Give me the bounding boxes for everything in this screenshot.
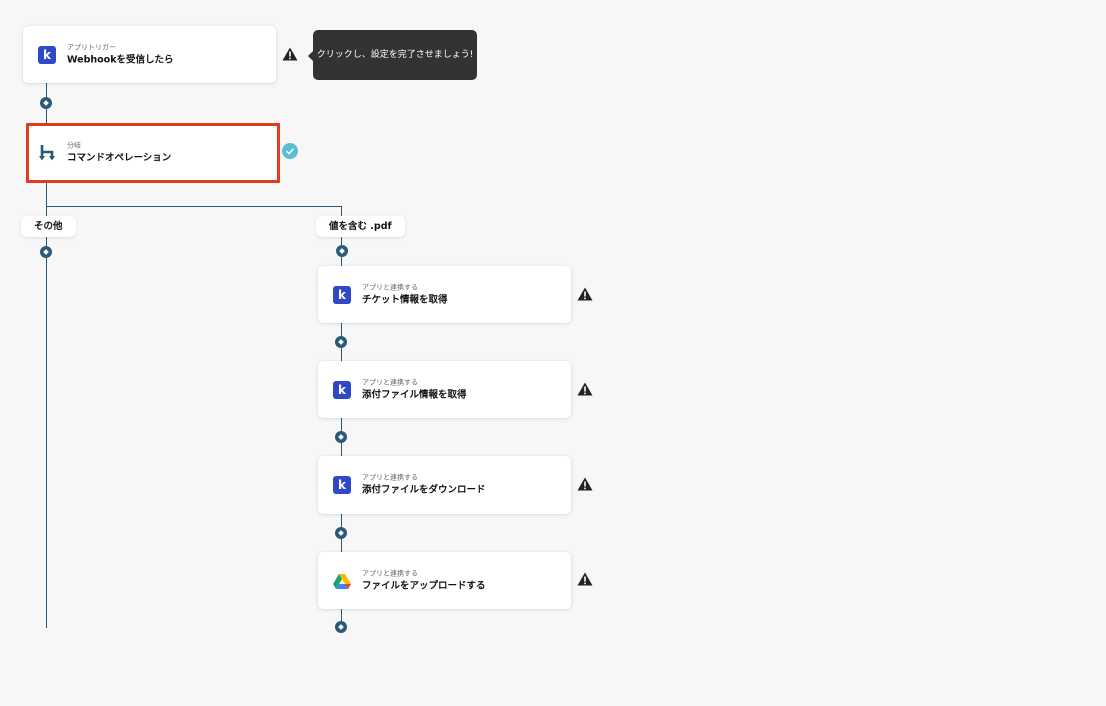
warning-icon[interactable]: [577, 287, 593, 301]
step-title: 添付ファイルをダウンロード: [362, 484, 486, 496]
branch-icon: [39, 145, 55, 161]
connector-branch-down: [46, 183, 47, 207]
tooltip-text: クリックし、設定を完了させましょう!: [316, 50, 474, 60]
trigger-category: アプリトリガー: [67, 43, 116, 51]
add-step-node[interactable]: [335, 527, 347, 539]
add-step-node[interactable]: [335, 336, 347, 348]
setup-tooltip: クリックし、設定を完了させましょう!: [308, 30, 477, 80]
add-step-node[interactable]: [40, 246, 52, 258]
branch-category: 分岐: [67, 141, 81, 150]
kintone-k-icon: k: [38, 45, 56, 64]
kintone-k-icon: k: [333, 380, 351, 399]
branch-title: コマンドオペレーション: [67, 152, 172, 164]
warning-icon[interactable]: [282, 47, 298, 61]
step-category: アプリと連携する: [362, 569, 418, 577]
connector-left-path: [46, 206, 47, 628]
step-category: アプリと連携する: [362, 283, 418, 291]
add-step-node[interactable]: [335, 431, 347, 443]
step-title: ファイルをアップロードする: [362, 580, 486, 591]
path-label-pdf[interactable]: 値を含む .pdf: [316, 216, 405, 237]
step-card-2[interactable]: k アプリと連携する 添付ファイル情報を取得: [318, 361, 571, 418]
step-title: 添付ファイル情報を取得: [362, 389, 467, 400]
add-step-node[interactable]: [335, 621, 347, 633]
add-step-node[interactable]: [40, 97, 52, 109]
step-card-1[interactable]: k アプリと連携する チケット情報を取得: [318, 266, 571, 323]
warning-icon[interactable]: [577, 477, 593, 491]
warning-icon[interactable]: [577, 572, 593, 586]
connector-branch-split: [46, 206, 341, 207]
step-card-4[interactable]: アプリと連携する ファイルをアップロードする: [318, 552, 571, 609]
branch-card[interactable]: 分岐 コマンドオペレーション: [26, 123, 280, 183]
trigger-title: Webhookを受信したら: [67, 54, 174, 65]
step-title: チケット情報を取得: [362, 294, 448, 305]
step-category: アプリと連携する: [362, 378, 418, 386]
kintone-k-icon: k: [333, 285, 351, 304]
check-circle-icon: [282, 143, 298, 159]
trigger-card[interactable]: k アプリトリガー Webhookを受信したら: [23, 26, 276, 83]
add-step-node[interactable]: [336, 245, 348, 257]
google-drive-icon: [333, 573, 351, 589]
path-label-other[interactable]: その他: [21, 216, 76, 237]
step-category: アプリと連携する: [362, 473, 418, 482]
step-card-3[interactable]: k アプリと連携する 添付ファイルをダウンロード: [318, 456, 571, 514]
kintone-k-icon: k: [333, 476, 351, 494]
warning-icon[interactable]: [577, 382, 593, 396]
